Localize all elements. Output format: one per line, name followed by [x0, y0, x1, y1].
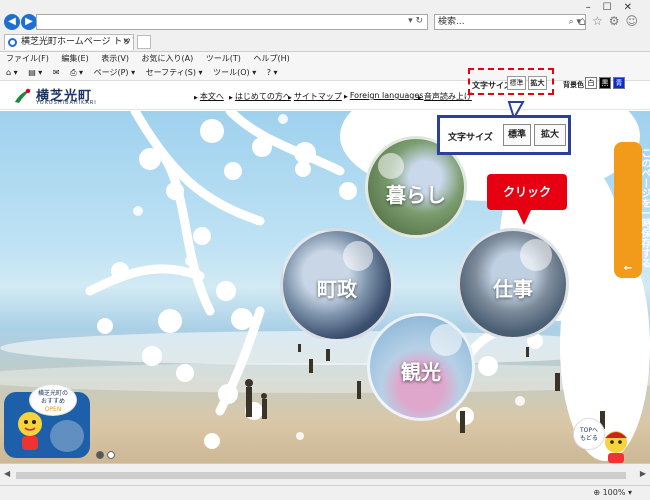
save-page-label: このページを一時保存する [639, 148, 650, 268]
callout-font-size-label: 文字サイズ [448, 133, 493, 143]
bubble-decoration [50, 420, 84, 452]
top-mascot-icon [605, 431, 627, 463]
callout-arrow-icon [507, 101, 532, 225]
horizontal-scrollbar[interactable]: ◀ ▶ [0, 463, 650, 485]
scroll-left-icon[interactable]: ◀ [4, 469, 10, 478]
scroll-right-icon[interactable]: ▶ [640, 469, 646, 478]
recommend-line1: 横芝光町の [37, 390, 68, 397]
callout-large-button[interactable]: 拡大 [534, 124, 566, 146]
zoom-level[interactable]: ⊕ 100% ▾ [593, 488, 632, 497]
recommend-line2: おすすめ [40, 398, 65, 405]
status-bar: ⊕ 100% ▾ [0, 485, 650, 500]
left-arrow-icon: ← [623, 263, 633, 274]
recommendation-bubble[interactable]: 横芝光町の おすすめ OPEN [29, 384, 77, 416]
callout-standard-button[interactable]: 標準 [503, 124, 531, 146]
click-callout: クリック [487, 174, 567, 210]
font-size-callout: 文字サイズ 標準 拡大 [437, 115, 571, 155]
slide-dot-1[interactable] [96, 451, 104, 459]
slide-dot-2[interactable] [107, 451, 115, 459]
save-page-tab[interactable]: このページを一時保存する ← [614, 142, 650, 278]
recommend-open: OPEN [44, 406, 62, 413]
zoom-value: 100% [602, 488, 626, 497]
scroll-thumb[interactable] [16, 472, 626, 479]
